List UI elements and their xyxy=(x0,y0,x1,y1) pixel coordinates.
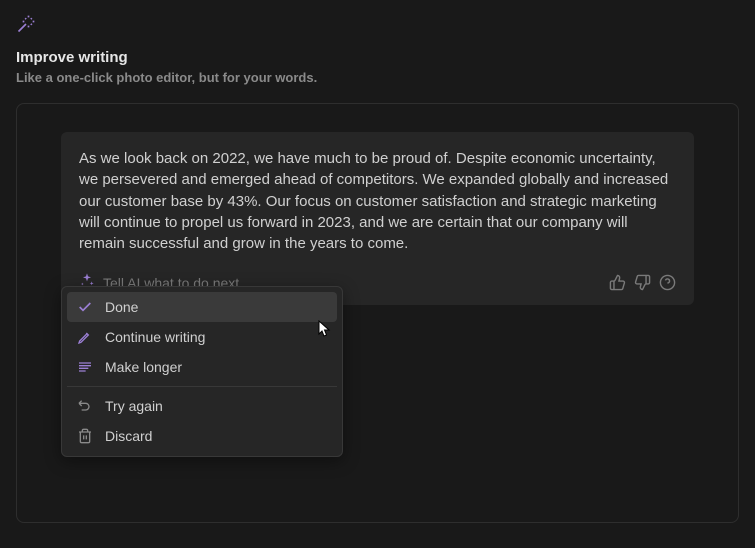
pencil-icon xyxy=(77,329,93,345)
check-icon xyxy=(77,299,93,315)
menu-item-longer[interactable]: Make longer xyxy=(67,352,337,382)
menu-item-discard[interactable]: Discard xyxy=(67,421,337,451)
page-subtitle: Like a one-click photo editor, but for y… xyxy=(16,70,739,85)
menu-label: Discard xyxy=(105,428,152,444)
thumbs-down-icon[interactable] xyxy=(634,274,651,291)
menu-label: Done xyxy=(105,299,138,315)
ai-response-card: As we look back on 2022, we have much to… xyxy=(61,132,694,305)
action-menu: Done Continue writing Make longer xyxy=(61,286,343,457)
undo-icon xyxy=(77,398,93,414)
menu-item-retry[interactable]: Try again xyxy=(67,391,337,421)
help-icon[interactable] xyxy=(659,274,676,291)
magic-wand-icon xyxy=(16,14,739,39)
menu-label: Make longer xyxy=(105,359,182,375)
page-title: Improve writing xyxy=(16,49,739,66)
menu-item-done[interactable]: Done xyxy=(67,292,337,322)
thumbs-up-icon[interactable] xyxy=(609,274,626,291)
ai-response-text: As we look back on 2022, we have much to… xyxy=(79,148,676,254)
menu-item-continue[interactable]: Continue writing xyxy=(67,322,337,352)
menu-label: Continue writing xyxy=(105,329,205,345)
trash-icon xyxy=(77,428,93,444)
content-panel: As we look back on 2022, we have much to… xyxy=(16,103,739,523)
menu-divider xyxy=(67,386,337,387)
lines-icon xyxy=(77,359,93,375)
menu-label: Try again xyxy=(105,398,163,414)
